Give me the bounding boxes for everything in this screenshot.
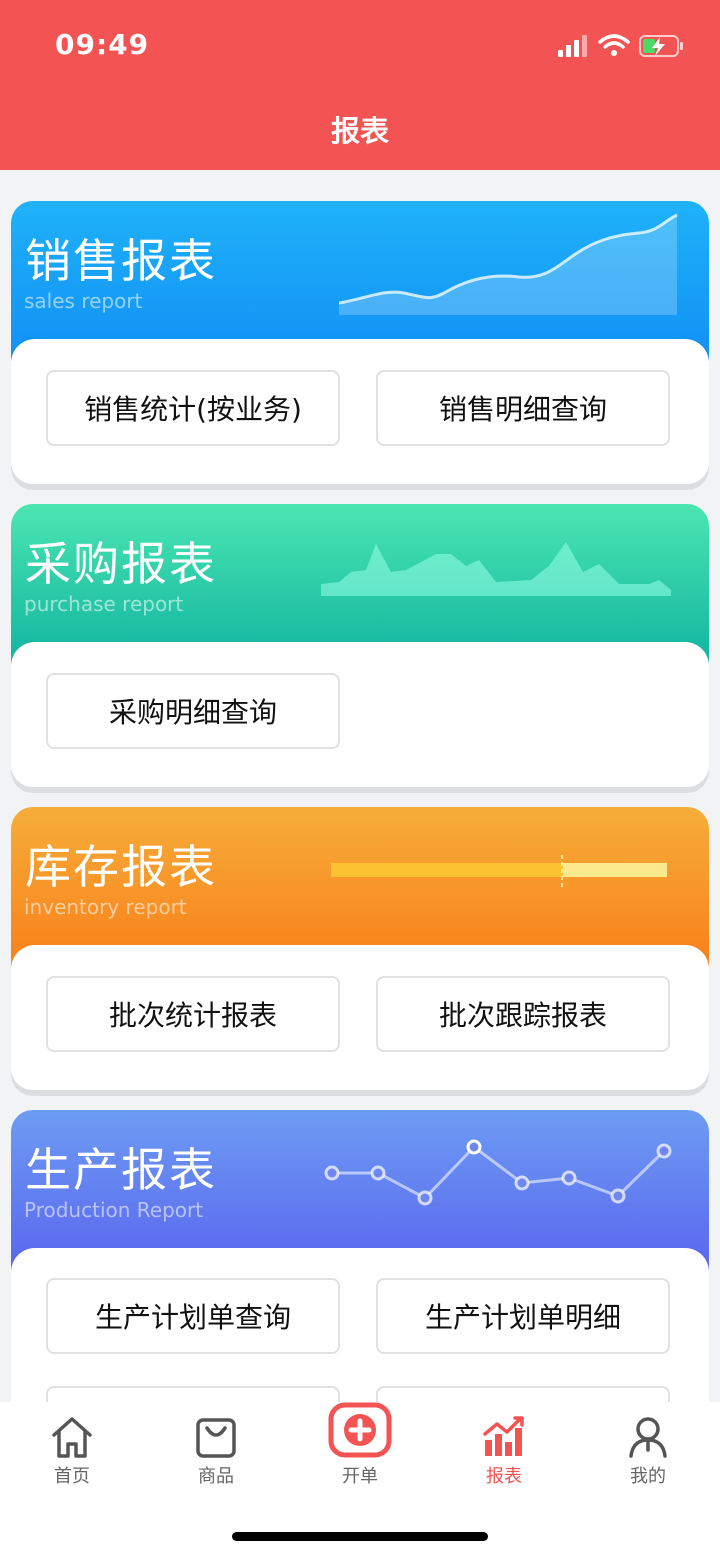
production-plan-query-button[interactable]: 生产计划单查询: [46, 1278, 340, 1354]
tab-profile[interactable]: 我的: [576, 1402, 720, 1492]
area-chart-decoration: [321, 542, 671, 596]
home-indicator[interactable]: [232, 1532, 488, 1541]
app-header: 09:49 报表: [0, 0, 720, 170]
card-title: 采购报表: [25, 537, 217, 591]
card-subtitle: Production Report: [24, 1198, 204, 1222]
card-body: 采购明细查询: [11, 642, 709, 787]
signal-icon: [558, 35, 587, 57]
tab-label: 我的: [630, 1466, 666, 1487]
sales-detail-query-button[interactable]: 销售明细查询: [376, 370, 670, 446]
inventory-report-card: 库存报表 inventory report 批次统计报表 批次跟踪报表: [11, 807, 709, 1090]
progress-bar-decoration: [331, 855, 667, 887]
production-plan-detail-button[interactable]: 生产计划单明细: [376, 1278, 670, 1354]
line-chart-decoration: [339, 213, 678, 315]
status-icons: [558, 34, 683, 57]
card-subtitle: purchase report: [24, 592, 184, 616]
batch-tracking-report-button[interactable]: 批次跟踪报表: [376, 976, 670, 1052]
status-time: 09:49: [55, 28, 150, 61]
dot-line-decoration: [324, 1139, 672, 1206]
battery-icon: [639, 35, 683, 57]
card-title: 库存报表: [25, 840, 217, 894]
tab-create-order[interactable]: 开单: [288, 1402, 432, 1492]
tab-label: 开单: [342, 1466, 378, 1487]
inventory-card-header: 库存报表 inventory report: [11, 807, 709, 967]
card-subtitle: sales report: [24, 289, 143, 313]
sales-card-header: 销售报表 sales report: [11, 201, 709, 361]
purchase-card-header: 采购报表 purchase report: [11, 504, 709, 664]
plus-box-icon: [328, 1402, 392, 1458]
bag-icon: [196, 1418, 236, 1458]
tab-label: 首页: [54, 1466, 90, 1487]
purchase-report-card: 采购报表 purchase report 采购明细查询: [11, 504, 709, 787]
production-report-card: 生产报表 Production Report 生产计划单查询 生产计划单明细: [11, 1110, 709, 1430]
tab-reports[interactable]: 报表: [432, 1402, 576, 1492]
sales-stats-by-business-button[interactable]: 销售统计(按业务): [46, 370, 340, 446]
card-body: 销售统计(按业务) 销售明细查询: [11, 339, 709, 484]
tab-home[interactable]: 首页: [0, 1402, 144, 1492]
card-body: 批次统计报表 批次跟踪报表: [11, 945, 709, 1090]
page-title: 报表: [330, 114, 389, 148]
card-title: 生产报表: [25, 1143, 217, 1197]
card-title: 销售报表: [25, 234, 217, 288]
user-icon: [629, 1417, 667, 1458]
purchase-detail-query-button[interactable]: 采购明细查询: [46, 673, 340, 749]
sales-report-card: 销售报表 sales report 销售统计(按业务) 销售明细查询: [11, 201, 709, 484]
wifi-icon: [598, 34, 630, 56]
card-subtitle: inventory report: [24, 895, 187, 919]
production-card-header: 生产报表 Production Report: [11, 1110, 709, 1270]
tab-label: 报表: [486, 1466, 522, 1487]
chart-icon: [483, 1416, 524, 1456]
tab-products[interactable]: 商品: [144, 1402, 288, 1492]
home-icon: [52, 1417, 92, 1458]
tab-label: 商品: [198, 1466, 234, 1487]
batch-stats-report-button[interactable]: 批次统计报表: [46, 976, 340, 1052]
